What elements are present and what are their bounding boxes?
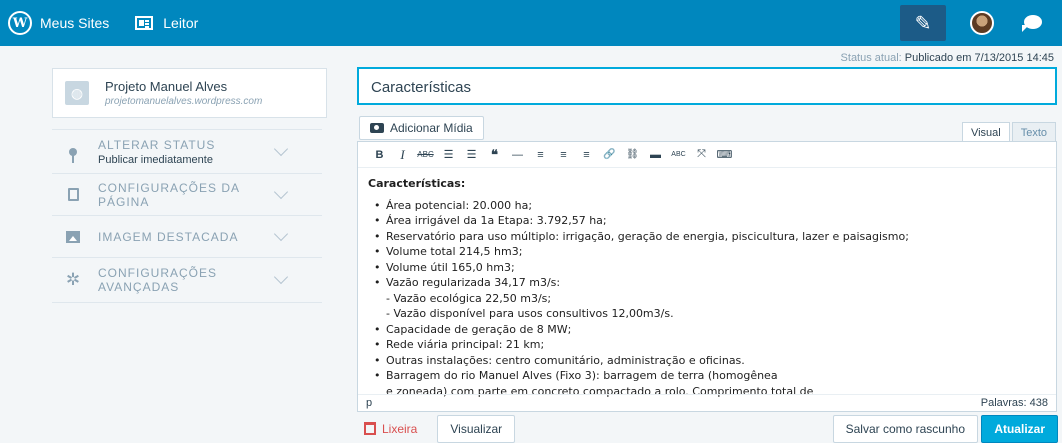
fullscreen-button[interactable]: ⤧ xyxy=(690,148,713,161)
align-right-button[interactable]: ≡ xyxy=(575,149,598,161)
document-icon xyxy=(62,184,84,206)
content-list-item: Área irrigável da 1a Etapa: 3.792,57 ha; xyxy=(368,213,1046,229)
trash-button[interactable]: Lixeira xyxy=(364,422,417,436)
site-name: Projeto Manuel Alves xyxy=(105,79,228,94)
content-list-item: Volume útil 165,0 hm3; xyxy=(368,260,1046,276)
editor-statusbar: p Palavras: 438 xyxy=(358,394,1056,411)
read-more-button[interactable]: ▬ xyxy=(644,149,667,161)
content-list-item: Outras instalações: centro comunitário, … xyxy=(368,353,1046,369)
image-icon xyxy=(62,226,84,248)
editor-sidebar: ◍ Projeto Manuel Alves projetomanuelalve… xyxy=(0,46,340,443)
camera-icon xyxy=(370,123,384,133)
write-post-icon: ✎ xyxy=(914,12,932,35)
pin-icon xyxy=(62,141,84,163)
content-list-item: Volume total 214,5 hm3; xyxy=(368,244,1046,260)
post-title-input[interactable]: Características xyxy=(357,67,1057,105)
word-count: Palavras: 438 xyxy=(980,397,1048,409)
my-sites-link[interactable]: W Meus Sites xyxy=(8,0,109,46)
strikethrough-button[interactable]: ABC xyxy=(414,150,437,159)
formatting-toolbar: B I ABC ☰ ☰ ❝ — ≡ ≡ ≡ 🔗 ⛓ ▬ ABC ⤧ ⌨ xyxy=(358,142,1056,168)
sidebar-section-advanced-settings[interactable]: ✲ CONFIGURAÇÕES AVANÇADAS xyxy=(52,257,322,303)
content-list-item: - Vazão ecológica 22,50 m3/s; xyxy=(386,291,552,305)
editor-content[interactable]: Características: Área potencial: 20.000 … xyxy=(358,168,1056,398)
section-sublabel: Publicar imediatamente xyxy=(98,153,213,166)
blockquote-button[interactable]: ❝ xyxy=(483,147,506,163)
post-status: Status atual: Publicado em 7/13/2015 14:… xyxy=(841,52,1054,64)
content-list-item: - Vazão disponível para usos consultivos… xyxy=(386,307,674,320)
content-list: Área potencial: 20.000 ha;Área irrigável… xyxy=(368,198,1046,399)
wordpress-logo-icon: W xyxy=(8,11,32,35)
status-value: Publicado em 7/13/2015 14:45 xyxy=(904,52,1054,64)
masterbar-right: ✎ xyxy=(900,0,1062,46)
italic-button[interactable]: I xyxy=(391,147,414,163)
bold-button[interactable]: B xyxy=(368,149,391,161)
status-prefix: Status atual: xyxy=(840,52,902,64)
insert-link-button[interactable]: 🔗 xyxy=(598,149,621,160)
remove-link-button[interactable]: ⛓ xyxy=(621,149,644,160)
site-url: projetomanuelalves.wordpress.com xyxy=(105,96,263,107)
save-draft-button[interactable]: Salvar como rascunho xyxy=(832,415,978,443)
add-media-button[interactable]: Adicionar Mídia xyxy=(359,116,484,140)
reader-icon xyxy=(135,16,154,30)
avatar[interactable] xyxy=(970,11,994,35)
content-list-item: Área potencial: 20.000 ha; xyxy=(368,198,1046,214)
write-post-button[interactable]: ✎ xyxy=(900,5,946,41)
chevron-down-icon xyxy=(273,141,289,156)
chevron-down-icon xyxy=(273,269,289,285)
reader-label: Leitor xyxy=(163,15,199,31)
section-label: ALTERAR STATUS xyxy=(98,137,216,152)
content-list-item: Vazão regularizada 34,17 m3/s: xyxy=(368,275,1046,291)
sidebar-section-page-settings[interactable]: CONFIGURAÇÕES DA PÁGINA xyxy=(52,173,322,215)
sidebar-section-featured-image[interactable]: IMAGEM DESTACADA xyxy=(52,215,322,257)
content-heading: Características: xyxy=(368,177,466,190)
content-list-item: Capacidade de geração de 8 MW; xyxy=(368,322,1046,338)
section-label: IMAGEM DESTACADA xyxy=(98,229,239,244)
my-sites-label: Meus Sites xyxy=(40,15,110,31)
numbered-list-button[interactable]: ☰ xyxy=(460,148,483,161)
align-left-button[interactable]: ≡ xyxy=(529,149,552,161)
content-editor[interactable]: B I ABC ☰ ☰ ❝ — ≡ ≡ ≡ 🔗 ⛓ ▬ ABC ⤧ ⌨ Cara… xyxy=(357,141,1057,412)
spellcheck-button[interactable]: ABC xyxy=(667,151,690,158)
horizontal-line-button[interactable]: — xyxy=(506,149,529,161)
trash-label: Lixeira xyxy=(382,421,418,436)
trash-icon xyxy=(364,422,376,435)
chevron-down-icon xyxy=(273,184,289,199)
chevron-down-icon xyxy=(273,226,289,241)
align-center-button[interactable]: ≡ xyxy=(552,149,575,161)
element-path: p xyxy=(366,397,373,409)
section-label: CONFIGURAÇÕES AVANÇADAS xyxy=(98,266,218,294)
reader-link[interactable]: Leitor xyxy=(135,0,198,46)
notifications-icon[interactable] xyxy=(1022,12,1044,34)
section-label: CONFIGURAÇÕES DA PÁGINA xyxy=(98,180,240,209)
update-button[interactable]: Atualizar xyxy=(981,415,1058,443)
globe-icon: ◍ xyxy=(65,81,89,105)
site-card[interactable]: ◍ Projeto Manuel Alves projetomanuelalve… xyxy=(52,68,327,118)
toolbar-toggle-button[interactable]: ⌨ xyxy=(713,148,736,161)
action-bar: Lixeira Visualizar Salvar como rascunho … xyxy=(340,414,1062,443)
preview-button[interactable]: Visualizar xyxy=(437,414,516,443)
content-list-item: Barragem do rio Manuel Alves (Fixo 3): b… xyxy=(368,368,1046,384)
sidebar-section-status[interactable]: ALTERAR STATUS Publicar imediatamente xyxy=(52,129,322,173)
content-list-item: Rede viária principal: 21 km; xyxy=(368,337,1046,353)
bullet-list-button[interactable]: ☰ xyxy=(437,148,460,161)
add-media-label: Adicionar Mídia xyxy=(390,121,473,135)
notifications-tail xyxy=(1022,25,1029,32)
masterbar: W Meus Sites Leitor ✎ xyxy=(0,0,1062,46)
gear-icon: ✲ xyxy=(65,270,81,289)
content-list-item: Reservatório para uso múltiplo: irrigaçã… xyxy=(368,229,1046,245)
